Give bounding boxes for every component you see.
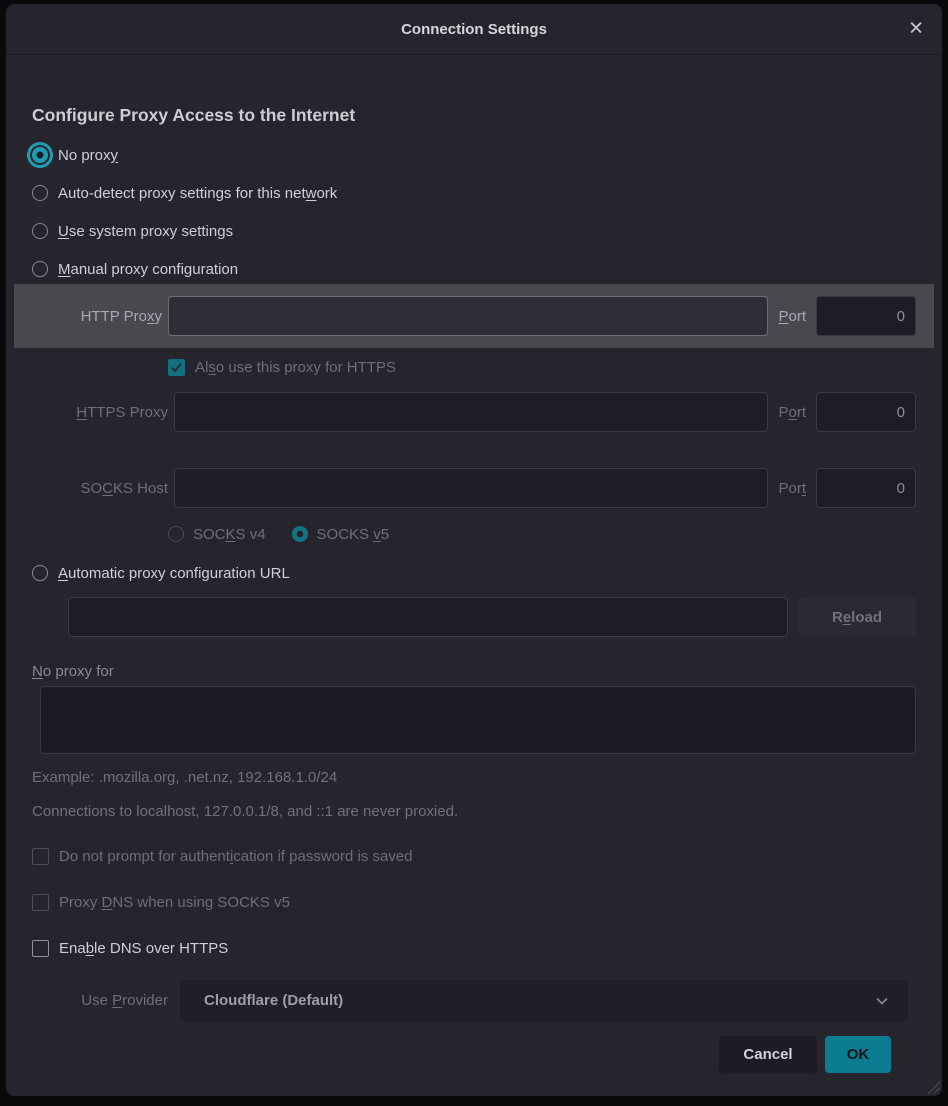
https-proxy-label: HTTPS Proxy (32, 404, 168, 421)
proxy-dns-label: Proxy DNS when using SOCKS v5 (59, 894, 290, 911)
close-icon[interactable]: ✕ (908, 20, 924, 39)
http-proxy-row-highlight: HTTP Proxy Port (14, 284, 934, 348)
localhost-hint: Connections to localhost, 127.0.0.1/8, a… (32, 803, 916, 820)
example-hint: Example: .mozilla.org, .net.nz, 192.168.… (32, 769, 916, 786)
radio-socks-v5[interactable] (292, 526, 308, 542)
http-proxy-row: HTTP Proxy Port (32, 296, 916, 336)
socks-port-label: Port (778, 480, 806, 497)
socks-host-row: SOCKS Host Port (32, 468, 916, 508)
https-proxy-input[interactable] (174, 392, 768, 432)
radio-system-proxy[interactable] (32, 223, 48, 239)
no-proxy-for-label: No proxy for (32, 663, 916, 680)
radio-row-auto-url[interactable]: Automatic proxy configuration URL (32, 558, 916, 588)
resize-grip[interactable] (923, 1077, 940, 1094)
https-port-label: Port (778, 404, 806, 421)
radio-no-proxy[interactable] (32, 147, 48, 163)
cancel-button[interactable]: Cancel (719, 1036, 817, 1073)
no-prompt-row[interactable]: Do not prompt for authentication if pass… (32, 843, 916, 869)
also-https-label: Also use this proxy for HTTPS (195, 359, 396, 376)
reload-button[interactable]: Reload (798, 597, 916, 637)
radio-row-auto-detect[interactable]: Auto-detect proxy settings for this netw… (32, 178, 916, 208)
http-port-input[interactable] (816, 296, 916, 336)
page-title: Configure Proxy Access to the Internet (32, 105, 916, 126)
radio-row-system-proxy[interactable]: Use system proxy settings (32, 216, 916, 246)
radio-no-proxy-label: No proxy (58, 147, 118, 164)
enable-doh-label: Enable DNS over HTTPS (59, 940, 228, 957)
dialog-title: Connection Settings (401, 21, 547, 38)
socks-host-input[interactable] (174, 468, 768, 508)
radio-auto-url-label: Automatic proxy configuration URL (58, 565, 290, 582)
radio-auto-detect[interactable] (32, 185, 48, 201)
also-https-row[interactable]: Also use this proxy for HTTPS (168, 355, 916, 379)
no-proxy-for-textarea[interactable] (40, 686, 916, 754)
no-prompt-checkbox[interactable] (32, 848, 49, 865)
provider-dropdown-value: Cloudflare (Default) (204, 992, 343, 1009)
provider-dropdown[interactable]: Cloudflare (Default) (180, 980, 908, 1021)
socks-port-input[interactable] (816, 468, 916, 508)
https-proxy-row: HTTPS Proxy Port (32, 392, 916, 432)
dialog-footer: Cancel OK (32, 1021, 916, 1073)
radio-row-manual-proxy[interactable]: Manual proxy configuration (32, 254, 916, 284)
radio-auto-url[interactable] (32, 565, 48, 581)
checkmark-icon (170, 361, 183, 374)
ok-button[interactable]: OK (825, 1036, 891, 1073)
proxy-dns-row[interactable]: Proxy DNS when using SOCKS v5 (32, 889, 916, 915)
radio-auto-detect-label: Auto-detect proxy settings for this netw… (58, 185, 337, 202)
proxy-dns-checkbox[interactable] (32, 894, 49, 911)
http-port-label: Port (778, 308, 806, 325)
no-prompt-label: Do not prompt for authentication if pass… (59, 848, 413, 865)
radio-manual-proxy[interactable] (32, 261, 48, 277)
http-proxy-input[interactable] (168, 296, 768, 336)
proxy-mode-group: No proxy Auto-detect proxy settings for … (32, 140, 916, 284)
radio-manual-proxy-label: Manual proxy configuration (58, 261, 238, 278)
https-port-input[interactable] (816, 392, 916, 432)
radio-socks-v4-label: SOCKS v4 (193, 526, 266, 543)
http-proxy-label: HTTP Proxy (32, 308, 162, 325)
radio-row-no-proxy[interactable]: No proxy (32, 140, 916, 170)
dialog-content: Configure Proxy Access to the Internet N… (6, 105, 942, 1073)
title-bar: Connection Settings ✕ (6, 4, 942, 55)
also-https-checkbox[interactable] (168, 359, 185, 376)
auto-config-url-input[interactable] (68, 597, 788, 637)
enable-doh-row[interactable]: Enable DNS over HTTPS (32, 935, 916, 961)
chevron-down-icon (874, 993, 890, 1009)
use-provider-label: Use Provider (32, 992, 168, 1009)
auto-url-row: Reload (68, 597, 916, 637)
radio-system-proxy-label: Use system proxy settings (58, 223, 233, 240)
radio-socks-v5-label: SOCKS v5 (317, 526, 390, 543)
radio-socks-v4[interactable] (168, 526, 184, 542)
socks-version-row: SOCKS v4 SOCKS v5 (168, 524, 916, 544)
enable-doh-checkbox[interactable] (32, 940, 49, 957)
socks-host-label: SOCKS Host (32, 480, 168, 497)
provider-row: Use Provider Cloudflare (Default) (32, 980, 916, 1021)
connection-settings-dialog: Connection Settings ✕ Configure Proxy Ac… (6, 4, 942, 1096)
